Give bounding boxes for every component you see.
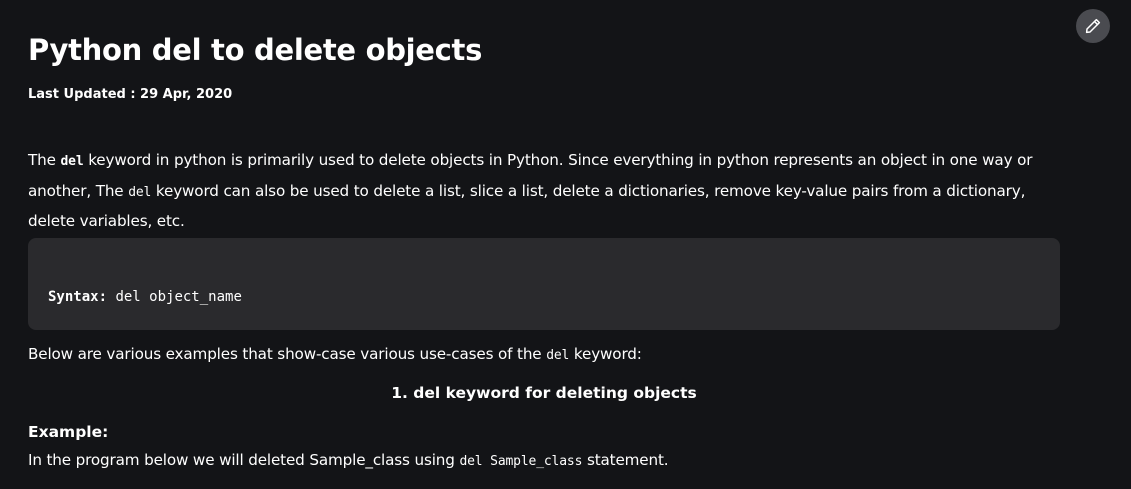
example-description: In the program below we will deleted Sam… xyxy=(28,448,669,474)
article-title: Python del to delete objects xyxy=(28,33,483,67)
intro-text-3: keyword can also be used to delete a lis… xyxy=(28,181,1026,231)
example-text-1: In the program below we will deleted Sam… xyxy=(28,451,460,469)
syntax-label: Syntax: xyxy=(48,289,108,305)
edit-button[interactable] xyxy=(1076,9,1110,43)
intro-keyword-2: del xyxy=(128,184,152,200)
section-heading: 1. del keyword for deleting objects xyxy=(391,384,697,402)
last-updated: Last Updated : 29 Apr, 2020 xyxy=(28,87,233,102)
pencil-icon xyxy=(1085,18,1101,34)
syntax-line: Syntax: del object_name xyxy=(48,287,242,307)
intro-text-1: The xyxy=(28,151,61,169)
article-page: Python del to delete objects Last Update… xyxy=(0,0,1131,489)
example-text-2: statement. xyxy=(582,451,669,469)
syntax-code-block[interactable]: Syntax: del object_name xyxy=(28,238,1060,330)
examples-intro-text-1: Below are various examples that show-cas… xyxy=(28,345,547,363)
syntax-code: del object_name xyxy=(107,289,242,305)
examples-intro: Below are various examples that show-cas… xyxy=(28,342,642,368)
examples-intro-text-2: keyword: xyxy=(569,345,642,363)
example-keyword: del Sample_class xyxy=(459,454,583,469)
intro-paragraph: The del keyword in python is primarily u… xyxy=(28,146,1073,236)
intro-keyword-1: del xyxy=(60,154,84,169)
example-label: Example: xyxy=(28,423,109,441)
examples-intro-keyword: del xyxy=(546,348,570,363)
